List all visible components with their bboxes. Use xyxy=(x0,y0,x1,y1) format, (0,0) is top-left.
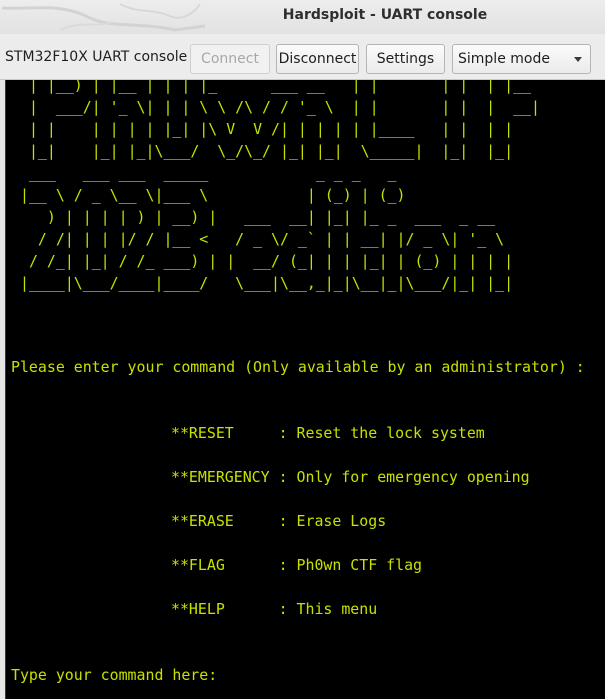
window-title: Hardsploit - UART console xyxy=(282,7,488,23)
device-label: STM32F10X UART console xyxy=(5,49,188,65)
ascii-art-banner: | |__) | |__ | | | |_ ___ __ | | | | | |… xyxy=(20,80,540,292)
mode-select-value: Simple mode xyxy=(458,51,550,67)
connect-button[interactable]: Connect xyxy=(190,44,270,74)
mode-select[interactable]: Simple mode xyxy=(452,44,591,74)
chevron-down-icon xyxy=(574,57,582,62)
disconnect-button[interactable]: Disconnect xyxy=(276,44,359,74)
settings-button[interactable]: Settings xyxy=(366,44,445,74)
command-flag: **FLAG : Ph0wn CTF flag xyxy=(171,556,423,574)
command-erase: **ERASE : Erase Logs xyxy=(171,512,387,530)
toolbar: STM32F10X UART console Connect Disconnec… xyxy=(0,34,605,80)
console-prompt: Please enter your command (Only availabl… xyxy=(11,358,585,376)
command-input-prompt: Type your command here: xyxy=(11,666,218,684)
command-help: **HELP : This menu xyxy=(171,600,378,618)
uart-console-output[interactable]: | |__) | |__ | | | |_ ___ __ | | | | | |… xyxy=(5,80,605,699)
command-emergency: **EMERGENCY : Only for emergency opening xyxy=(171,468,530,486)
command-reset: **RESET : Reset the lock system xyxy=(171,424,485,442)
window-titlebar: Hardsploit - UART console xyxy=(0,0,605,34)
